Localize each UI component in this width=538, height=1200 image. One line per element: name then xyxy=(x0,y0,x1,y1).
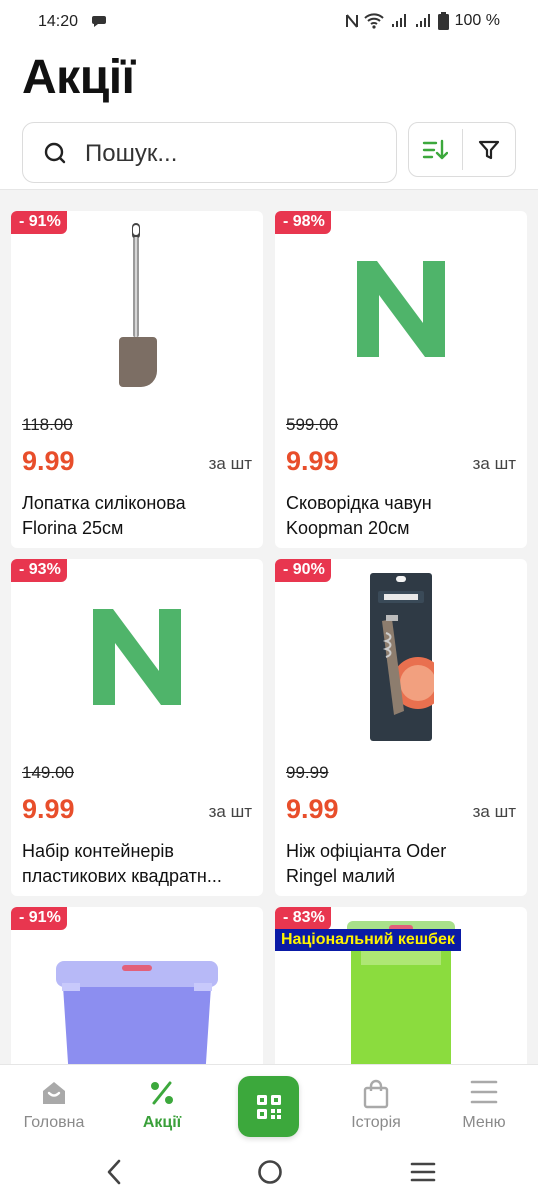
old-price: 599.00 xyxy=(286,415,338,434)
nav-home-label: Головна xyxy=(23,1114,85,1131)
nav-history-label: Історія xyxy=(351,1114,401,1131)
product-name-line-2: Koopman 20см xyxy=(286,518,410,538)
product-name-line-2: Florina 25см xyxy=(22,518,124,538)
signal-icon-2 xyxy=(415,14,430,27)
search-input[interactable]: Пошук... xyxy=(22,122,397,183)
product-name-line-1: Сковорідка чавун xyxy=(286,493,432,513)
n-logo-icon xyxy=(357,260,445,357)
filter-icon xyxy=(478,140,499,159)
product-name-line-1: Ніж офіціанта Oder xyxy=(286,841,447,861)
system-nav-bar xyxy=(0,1144,538,1200)
current-price: 9.99 xyxy=(22,794,75,824)
battery-level: 100 % xyxy=(454,12,500,29)
search-placeholder: Пошук... xyxy=(85,140,178,167)
current-price: 9.99 xyxy=(286,446,339,476)
sort-filter-group xyxy=(408,122,516,177)
battery-icon xyxy=(437,12,449,30)
national-cashback-label: Національний кешбек xyxy=(275,929,461,951)
hamburger-menu-icon xyxy=(470,1080,498,1104)
nav-promos-label: Акції xyxy=(142,1114,182,1131)
product-name: Ніж офіціанта Oder Ringel малий xyxy=(286,839,522,889)
product-card[interactable]: - 83% Національний кешбек xyxy=(275,907,527,1064)
discount-badge: - 91% xyxy=(11,907,67,930)
status-time: 14:20 xyxy=(38,13,79,30)
percent-icon xyxy=(151,1081,173,1105)
n-logo-icon xyxy=(93,608,181,705)
product-grid: - 91% 118.00 9.99 за шт Лопатка силіконо… xyxy=(0,191,538,1064)
old-price: 99.99 xyxy=(286,763,329,782)
old-price: 118.00 xyxy=(22,415,73,434)
product-card[interactable]: - 90% 99.99 9.99 за шт Ніж офіціанта Ode… xyxy=(275,559,527,896)
header: Акції Пошук... xyxy=(0,44,538,190)
container-blue-image xyxy=(56,961,218,1064)
home-icon xyxy=(43,1082,65,1104)
product-name-line-1: Лопатка силіконова xyxy=(22,493,186,513)
product-image-spatula xyxy=(11,211,263,406)
wifi-icon xyxy=(363,13,384,29)
status-indicators: 100 % xyxy=(345,12,500,30)
qr-code-button[interactable] xyxy=(238,1076,299,1137)
product-card[interactable]: - 93% 149.00 9.99 за шт Набір контейнері… xyxy=(11,559,263,896)
status-bar: 14:20 100 % xyxy=(0,0,538,44)
product-name: Сковорідка чавун Koopman 20см xyxy=(286,491,522,541)
nav-history[interactable]: Історія xyxy=(322,1065,430,1145)
current-price: 9.99 xyxy=(286,794,339,824)
sort-button[interactable] xyxy=(409,123,462,176)
product-card[interactable]: - 91% xyxy=(11,907,263,1064)
price-unit: за шт xyxy=(208,454,252,473)
product-name: Лопатка силіконова Florina 25см xyxy=(22,491,258,541)
price-unit: за шт xyxy=(472,454,516,473)
product-image-corkscrew xyxy=(275,559,527,754)
product-card[interactable]: - 98% 599.00 9.99 за шт Сковорідка чавун… xyxy=(275,211,527,548)
filter-button[interactable] xyxy=(463,123,516,176)
corkscrew-package-image xyxy=(370,572,434,741)
page-title: Акції xyxy=(22,51,135,104)
home-circle-icon[interactable] xyxy=(257,1158,283,1186)
back-icon[interactable] xyxy=(104,1158,124,1186)
product-card[interactable]: - 91% 118.00 9.99 за шт Лопатка силіконо… xyxy=(11,211,263,548)
search-icon xyxy=(44,142,66,164)
nfc-icon xyxy=(345,14,358,28)
nav-menu[interactable]: Меню xyxy=(430,1065,538,1145)
recent-apps-icon[interactable] xyxy=(410,1158,436,1186)
discount-badge: - 98% xyxy=(275,211,331,234)
price-unit: за шт xyxy=(208,802,252,821)
signal-icon xyxy=(391,14,406,27)
product-image-placeholder xyxy=(275,211,527,406)
spatula-image xyxy=(119,222,157,387)
current-price: 9.99 xyxy=(22,446,75,476)
product-name-line-1: Набір контейнерів xyxy=(22,841,174,861)
price-unit: за шт xyxy=(472,802,516,821)
sort-icon xyxy=(423,139,449,159)
old-price: 149.00 xyxy=(22,763,74,782)
shopping-bag-icon xyxy=(363,1079,389,1109)
product-image-container-blue xyxy=(11,907,263,1064)
chat-notification-icon xyxy=(92,16,106,27)
discount-badge: - 83% xyxy=(275,907,331,930)
discount-badge: - 91% xyxy=(11,211,67,234)
nav-home[interactable]: Головна xyxy=(0,1065,108,1145)
discount-badge: - 90% xyxy=(275,559,331,582)
product-name-line-2: пластикових квадратн... xyxy=(22,866,222,886)
discount-badge: - 93% xyxy=(11,559,67,582)
qr-code-icon xyxy=(256,1094,281,1119)
product-name-line-2: Ringel малий xyxy=(286,866,396,886)
product-name: Набір контейнерів пластикових квадратн..… xyxy=(22,839,258,889)
product-image-placeholder xyxy=(11,559,263,754)
nav-menu-label: Меню xyxy=(462,1114,506,1131)
nav-promos[interactable]: Акції xyxy=(108,1065,216,1145)
